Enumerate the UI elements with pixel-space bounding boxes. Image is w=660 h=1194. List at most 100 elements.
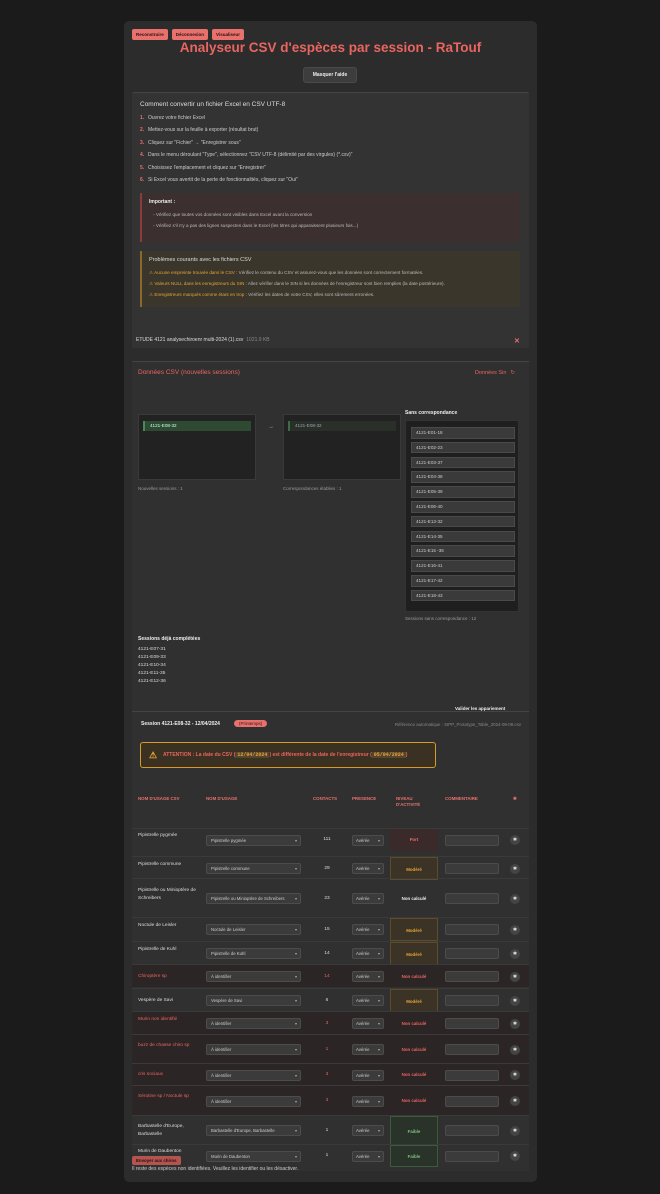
no-match-item[interactable]: 4121-E16-41 xyxy=(411,560,515,572)
completed-session: 4121-E11-35 xyxy=(138,671,166,676)
usage-select[interactable]: À identifier ▾ xyxy=(206,1095,301,1107)
chevron-down-icon: ▾ xyxy=(294,1098,297,1104)
presence-value: Avérée xyxy=(356,927,370,932)
step-number: 6. xyxy=(140,176,145,183)
presence-select[interactable]: Avérée ▾ xyxy=(352,1044,384,1055)
usage-value: Pipistrelle ou Minioptère de Schreibers xyxy=(211,896,285,901)
problem-item: ⚠ Aucune empreinte trouvée dans le CSV :… xyxy=(149,267,513,278)
chevron-down-icon: ▾ xyxy=(377,951,380,956)
contacts-value: 111 xyxy=(323,837,331,842)
page-title: Analyseur CSV d'espèces par session - Ra… xyxy=(179,40,482,55)
contacts-value: 6 xyxy=(325,997,329,1003)
remove-file-icon[interactable]: ✕ xyxy=(514,337,520,345)
comment-input[interactable] xyxy=(445,948,499,959)
action-icon[interactable]: ✱ xyxy=(510,835,520,845)
comment-input[interactable] xyxy=(445,1069,499,1081)
step-text: Ouvrez votre fichier Excel xyxy=(148,115,205,121)
usage-select[interactable]: À identifier ▾ xyxy=(206,971,301,982)
date-warning: ⚠ ATTENTION : La date du CSV (12/04/2024… xyxy=(140,742,436,768)
chevron-down-icon: ▾ xyxy=(377,1072,380,1078)
usage-select[interactable]: À identifier ▾ xyxy=(206,1044,301,1055)
chevron-down-icon: ▾ xyxy=(294,974,297,979)
comment-input[interactable] xyxy=(445,1018,499,1029)
no-match-item[interactable]: 4121-E13-32 xyxy=(411,515,515,528)
usage-select[interactable]: Barbastelle d'Europe, Barbastelle ▾ xyxy=(206,1125,301,1136)
usage-select[interactable]: Pipistrelle commune ▾ xyxy=(206,863,301,874)
action-icon[interactable]: ✱ xyxy=(510,1070,520,1080)
no-match-item[interactable]: 4121-E18-43 xyxy=(411,589,515,602)
presence-select[interactable]: Avérée ▾ xyxy=(352,971,384,982)
presence-select[interactable]: Avérée ▾ xyxy=(352,834,384,846)
viewer-button[interactable]: Visualiseur xyxy=(212,29,244,40)
comment-input[interactable] xyxy=(445,1150,499,1162)
no-match-item[interactable]: 4121-E04-38 xyxy=(411,471,515,483)
data-sin[interactable]: Données Sin ↻ xyxy=(475,370,515,376)
action-icon[interactable]: ✱ xyxy=(510,924,520,935)
new-session-chip[interactable]: 4121-E08-32 xyxy=(143,421,251,431)
no-match-item[interactable]: 4121-E05-39 xyxy=(411,486,515,498)
usage-select[interactable]: Pipistrelle de Kuhl ▾ xyxy=(206,948,301,959)
comment-input[interactable] xyxy=(445,971,499,982)
comment-input[interactable] xyxy=(445,834,499,846)
no-match-item[interactable]: 4121-E02-23 xyxy=(411,441,515,454)
header-csv-name: NOM D'USAGE CSV xyxy=(138,796,180,801)
comment-input[interactable] xyxy=(445,893,499,904)
chevron-down-icon: ▾ xyxy=(294,951,297,956)
no-match-item[interactable]: 4121-E14-35 xyxy=(411,530,515,543)
presence-select[interactable]: Avérée ▾ xyxy=(352,1125,384,1136)
chevron-down-icon: ▾ xyxy=(377,1047,380,1052)
presence-select[interactable]: Avérée ▾ xyxy=(352,1150,384,1162)
header-comment: COMMENTAIRE xyxy=(445,796,478,801)
comment-input[interactable] xyxy=(445,995,499,1006)
action-icon[interactable]: ✱ xyxy=(510,1151,520,1161)
presence-select[interactable]: Avérée ▾ xyxy=(352,1095,384,1107)
step-text: Cliquez sur "Fichier" → "Enregistrer sou… xyxy=(148,139,241,146)
action-icon[interactable]: ✱ xyxy=(510,893,520,904)
comment-input[interactable] xyxy=(445,1095,499,1107)
action-icon[interactable]: ✱ xyxy=(510,863,520,874)
comment-input[interactable] xyxy=(445,1125,499,1136)
logout-button[interactable]: Déconnexion xyxy=(171,29,209,40)
completed-session: 4121-E10-34 xyxy=(138,663,166,668)
chevron-down-icon: ▾ xyxy=(377,1098,380,1104)
help-step: 3. Cliquez sur "Fichier" → "Enregistrer s… xyxy=(140,140,352,152)
presence-select[interactable]: Avérée ▾ xyxy=(352,893,384,904)
comment-input[interactable] xyxy=(445,1044,499,1055)
no-match-item[interactable]: 4121-E17-42 xyxy=(411,575,515,587)
action-icon[interactable]: ✱ xyxy=(510,1044,520,1055)
usage-select[interactable]: Pipistrelle pygmée ▾ xyxy=(206,834,301,846)
action-icon[interactable]: ✱ xyxy=(510,1018,520,1029)
no-match-item[interactable]: 4121-E01-18 xyxy=(411,427,515,439)
usage-select[interactable]: Noctule de Leisler ▾ xyxy=(206,924,301,935)
presence-select[interactable]: Avérée ▾ xyxy=(352,863,384,874)
presence-select[interactable]: Avérée ▾ xyxy=(352,948,384,959)
match-chip[interactable]: 4121-E08-32 xyxy=(288,421,396,431)
no-match-item[interactable]: 4121-E06-40 xyxy=(411,501,515,513)
usage-select[interactable]: Pipistrelle ou Minioptère de Schreibers ▾ xyxy=(206,893,301,904)
new-sessions-box: 4121-E08-32 xyxy=(138,414,256,480)
usage-select[interactable]: À identifier ▾ xyxy=(206,1069,301,1081)
chevron-down-icon: ▾ xyxy=(377,837,380,843)
reconstruire-button[interactable]: Reconstruire xyxy=(132,29,168,40)
send-button[interactable]: Envoyer aux chiros xyxy=(132,1156,181,1165)
no-match-item[interactable]: 4121-E03-37 xyxy=(411,456,515,469)
action-icon[interactable]: ✱ xyxy=(510,1125,520,1136)
presence-select[interactable]: Avérée ▾ xyxy=(352,1018,384,1029)
table-row: Pipistrelle commune Pipistrelle commune ▾ 2… xyxy=(132,856,529,880)
action-icon[interactable]: ✱ xyxy=(510,948,520,959)
action-icon[interactable]: ✱ xyxy=(510,1096,520,1106)
refresh-icon[interactable]: ↻ xyxy=(510,370,515,376)
no-match-item[interactable]: 4121-E15 -36 xyxy=(411,545,515,557)
comment-input[interactable] xyxy=(445,924,499,935)
presence-select[interactable]: Avérée ▾ xyxy=(352,924,384,935)
action-icon[interactable]: ✱ xyxy=(510,995,520,1006)
usage-select[interactable]: Vespère de Savi ▾ xyxy=(206,995,301,1006)
hide-help-button[interactable]: Masquer l'aide xyxy=(303,67,357,83)
usage-select[interactable]: Murin de Daubenton ▾ xyxy=(206,1150,301,1162)
action-icon[interactable]: ✱ xyxy=(510,971,520,982)
presence-select[interactable]: Avérée ▾ xyxy=(352,1069,384,1081)
comment-input[interactable] xyxy=(445,863,499,874)
usage-select[interactable]: À identifier ▾ xyxy=(206,1018,301,1029)
csv-panel: Données CSV (nouvelles sessions) Données… xyxy=(132,361,529,723)
presence-select[interactable]: Avérée ▾ xyxy=(352,995,384,1006)
